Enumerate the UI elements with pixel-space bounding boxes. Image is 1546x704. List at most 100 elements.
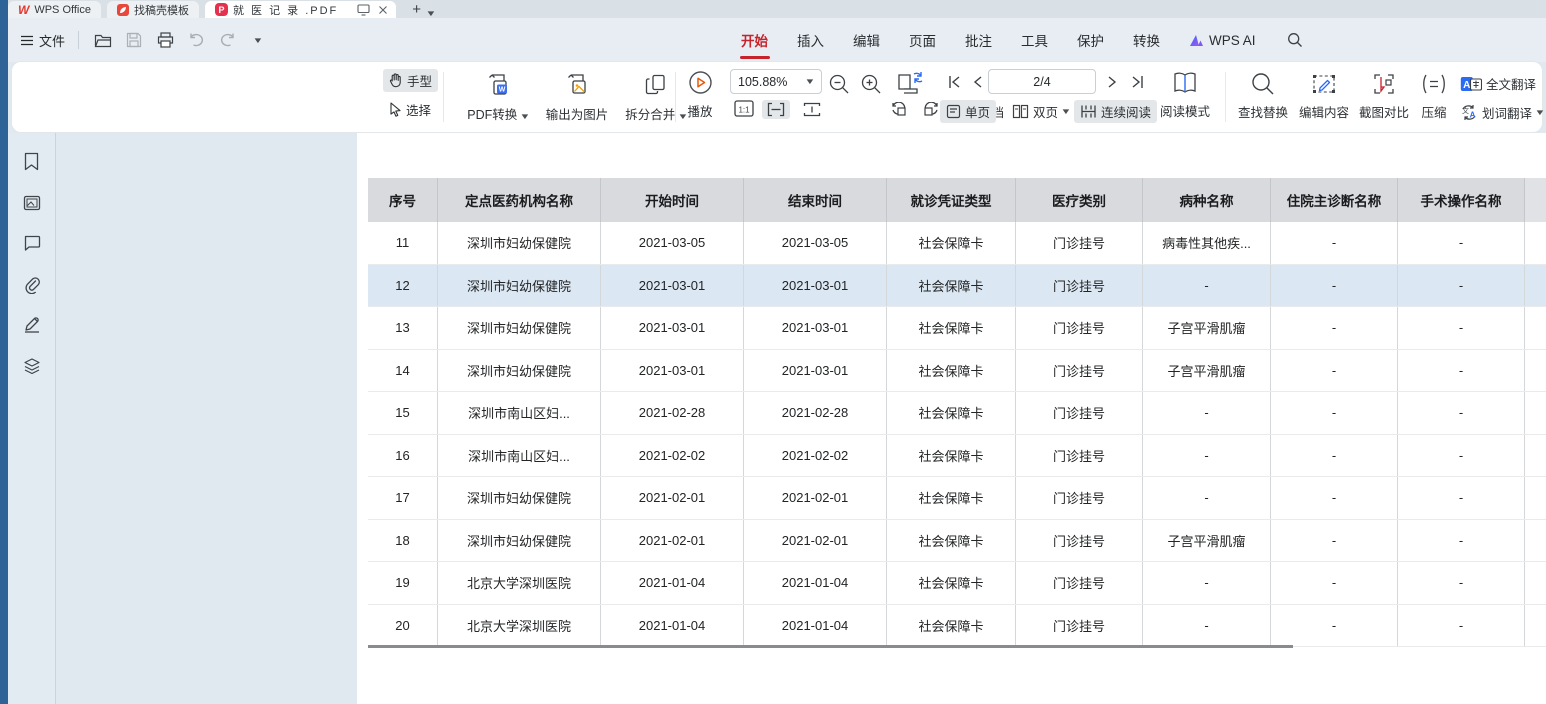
column-header: 手术操作名称 — [1398, 178, 1525, 222]
table-row[interactable]: 15 深圳市南山区妇... 2021-02-28 2021-02-28 社会保障… — [368, 392, 1546, 435]
column-header: 病种名称 — [1143, 178, 1271, 222]
pdf-convert-button[interactable]: W PDF转换 ▼ — [462, 72, 534, 123]
cell-partial — [1525, 307, 1546, 349]
zoom-level-select[interactable]: 105.88% ▼ — [730, 69, 822, 94]
save-button[interactable] — [123, 29, 145, 51]
cell-disease-name: - — [1143, 392, 1271, 434]
cell-index: 15 — [368, 392, 438, 434]
document-title: 就 医 记 录 .PDF — [233, 2, 338, 18]
tab-wps-office[interactable]: W WPS Office — [8, 1, 101, 18]
svg-text:W: W — [499, 86, 506, 93]
menu-edit[interactable]: 编辑 — [853, 18, 880, 62]
divider — [1225, 72, 1226, 122]
paperclip-icon — [23, 276, 41, 294]
redo-button[interactable] — [216, 29, 238, 51]
menu-protect[interactable]: 保护 — [1077, 18, 1104, 62]
menu-convert[interactable]: 转换 — [1133, 18, 1160, 62]
cell-credential-type: 社会保障卡 — [887, 392, 1016, 434]
cell-operation-name: - — [1398, 477, 1525, 519]
menu-tools[interactable]: 工具 — [1021, 18, 1048, 62]
double-page-icon — [1012, 104, 1029, 119]
table-body: 11 深圳市妇幼保健院 2021-03-05 2021-03-05 社会保障卡 … — [368, 222, 1546, 647]
menu-list: 开始 插入 编辑 页面 批注 工具 保护 转换 WPS AI — [741, 18, 1303, 62]
sidebar-thumbnails-button[interactable] — [23, 195, 41, 211]
menu-page[interactable]: 页面 — [909, 18, 936, 62]
table-row[interactable]: 14 深圳市妇幼保健院 2021-03-01 2021-03-01 社会保障卡 … — [368, 350, 1546, 393]
cell-institution: 北京大学深圳医院 — [438, 562, 601, 604]
table-row[interactable]: 12 深圳市妇幼保健院 2021-03-01 2021-03-01 社会保障卡 … — [368, 265, 1546, 308]
read-mode-button[interactable]: 阅读模式 — [1153, 71, 1217, 120]
cell-disease-name: - — [1143, 265, 1271, 307]
hand-tool-button[interactable]: 手型 — [383, 69, 438, 92]
column-header-partial — [1525, 178, 1546, 222]
zoom-in-icon[interactable] — [860, 73, 882, 95]
tab-list-chevron-icon[interactable]: ▼ — [425, 9, 436, 18]
tab-docer-template[interactable]: 找稿壳模板 — [107, 1, 199, 18]
new-tab-button[interactable]: + — [412, 1, 421, 18]
table-row[interactable]: 18 深圳市妇幼保健院 2021-02-01 2021-02-01 社会保障卡 … — [368, 520, 1546, 563]
fit-width-button[interactable] — [762, 100, 790, 119]
single-page-button[interactable]: 单页 — [940, 100, 996, 123]
table-row[interactable]: 16 深圳市南山区妇... 2021-02-02 2021-02-02 社会保障… — [368, 435, 1546, 478]
cell-end-date: 2021-02-02 — [744, 435, 887, 477]
first-page-icon[interactable] — [946, 75, 962, 89]
rotate-document-icon[interactable] — [895, 70, 925, 96]
rotate-right-button[interactable] — [918, 100, 942, 119]
menu-home[interactable]: 开始 — [741, 18, 768, 62]
continuous-read-button[interactable]: 连续阅读 — [1074, 100, 1157, 123]
fulltext-translate-button[interactable]: A 全文翻译 — [1454, 72, 1542, 95]
page-indicator-input[interactable]: 2/4 — [988, 69, 1096, 94]
menu-annotate[interactable]: 批注 — [965, 18, 992, 62]
quickbar-more-button[interactable]: ▼ — [247, 29, 269, 51]
table-row[interactable]: 19 北京大学深圳医院 2021-01-04 2021-01-04 社会保障卡 … — [368, 562, 1546, 605]
output-as-image-button[interactable]: 输出为图片 — [535, 72, 619, 123]
table-row[interactable]: 13 深圳市妇幼保健院 2021-03-01 2021-03-01 社会保障卡 … — [368, 307, 1546, 350]
monitor-icon[interactable] — [357, 4, 370, 16]
screenshot-compare-button[interactable]: 截图对比 — [1355, 72, 1413, 121]
column-header: 序号 — [368, 178, 438, 222]
next-page-icon[interactable] — [1106, 75, 1118, 89]
zoom-out-icon[interactable] — [828, 73, 850, 95]
hand-icon — [389, 73, 403, 88]
double-page-button[interactable]: 双页 ▼ — [1006, 100, 1076, 123]
sidebar-comments-button[interactable] — [23, 235, 41, 251]
cell-partial — [1525, 350, 1546, 392]
compress-button[interactable]: 压缩 — [1410, 72, 1458, 121]
word-translate-button[interactable]: A 文 划词翻译 ▼ — [1454, 101, 1546, 124]
cell-end-date: 2021-02-01 — [744, 477, 887, 519]
menu-wps-ai[interactable]: WPS AI — [1189, 18, 1256, 62]
close-tab-icon[interactable] — [378, 5, 388, 15]
menubar-search-button[interactable] — [1287, 18, 1303, 62]
edit-content-button[interactable]: 编辑内容 — [1295, 72, 1353, 121]
print-button[interactable] — [154, 29, 176, 51]
table-row[interactable]: 11 深圳市妇幼保健院 2021-03-05 2021-03-05 社会保障卡 … — [368, 222, 1546, 265]
menu-insert[interactable]: 插入 — [797, 18, 824, 62]
find-replace-button[interactable]: 查找替换 — [1234, 72, 1292, 121]
redo-icon — [219, 33, 236, 47]
tab-document-pdf[interactable]: P 就 医 记 录 .PDF — [205, 1, 396, 18]
sidebar-layers-button[interactable] — [23, 357, 41, 375]
open-file-button[interactable] — [92, 29, 114, 51]
cell-medical-category: 门诊挂号 — [1016, 392, 1143, 434]
sidebar-bookmarks-button[interactable] — [23, 152, 40, 171]
cell-disease-name: 子宫平滑肌瘤 — [1143, 307, 1271, 349]
cell-end-date: 2021-01-04 — [744, 605, 887, 647]
rotate-left-button[interactable] — [888, 100, 912, 119]
cell-end-date: 2021-02-28 — [744, 392, 887, 434]
sidebar-signature-button[interactable] — [23, 316, 41, 333]
sidebar-attachments-button[interactable] — [23, 276, 41, 294]
actual-size-icon[interactable]: 1:1 — [734, 100, 754, 118]
table-row[interactable]: 17 深圳市妇幼保健院 2021-02-01 2021-02-01 社会保障卡 … — [368, 477, 1546, 520]
tab-label: 找稿壳模板 — [134, 2, 189, 18]
select-tool-button[interactable]: 选择 — [383, 98, 437, 121]
file-menu-button[interactable]: 文件 — [20, 31, 65, 50]
previous-page-icon[interactable] — [972, 75, 984, 89]
cell-diagnosis-name: - — [1271, 222, 1398, 264]
last-page-icon[interactable] — [1130, 75, 1146, 89]
cell-operation-name: - — [1398, 520, 1525, 562]
play-button[interactable]: 播放 — [674, 70, 726, 120]
undo-button[interactable] — [185, 29, 207, 51]
cell-medical-category: 门诊挂号 — [1016, 520, 1143, 562]
table-row[interactable]: 20 北京大学深圳医院 2021-01-04 2021-01-04 社会保障卡 … — [368, 605, 1546, 648]
fit-page-button[interactable] — [798, 100, 826, 119]
